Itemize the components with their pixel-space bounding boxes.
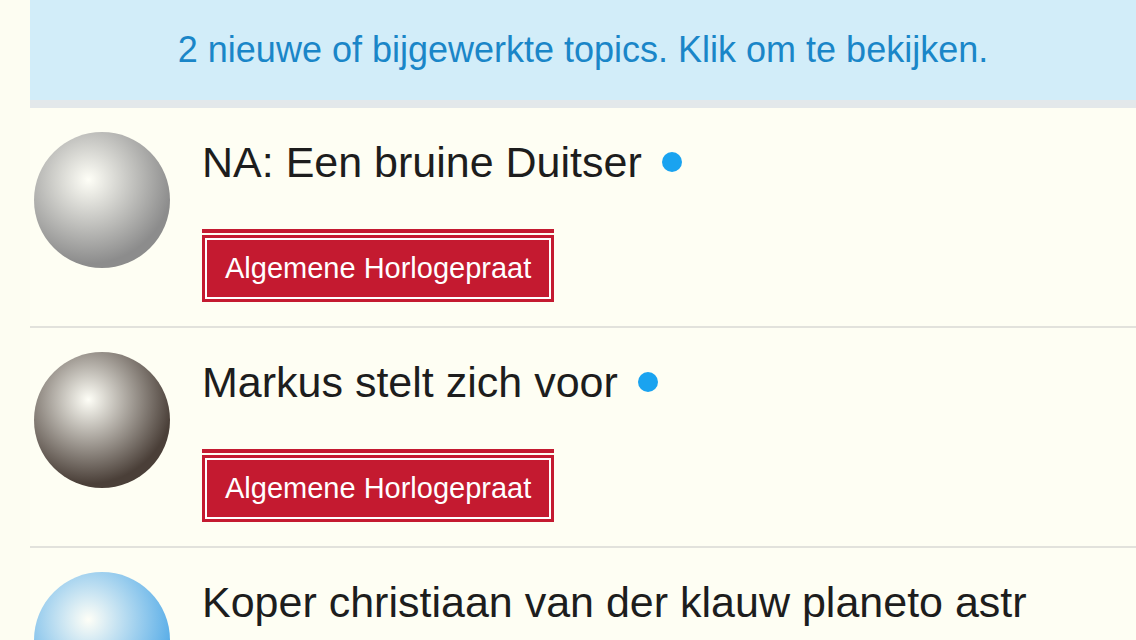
topic-content: NA: Een bruine Duitser Algemene Horlogepr…	[202, 132, 1136, 302]
avatar-icon[interactable]	[34, 132, 170, 268]
category-label[interactable]: Algemene Horlogepraat	[202, 235, 554, 302]
topic-title-line: Koper christiaan van der klauw planeto a…	[202, 572, 1136, 632]
unread-dot-icon	[662, 152, 682, 172]
topic-row[interactable]: Markus stelt zich voor Algemene Horlogepr…	[30, 328, 1136, 548]
category-badge[interactable]: Algemene Horlogepraat	[202, 449, 554, 522]
topic-row[interactable]: Koper christiaan van der klauw planeto a…	[30, 548, 1136, 640]
topic-list: 2 nieuwe of bijgewerkte topics. Klik om …	[30, 0, 1136, 640]
topic-list-page: 2 nieuwe of bijgewerkte topics. Klik om …	[0, 0, 1136, 640]
topic-title[interactable]: NA: Een bruine Duitser	[202, 138, 642, 187]
topic-title-line: NA: Een bruine Duitser	[202, 132, 1136, 192]
topic-title[interactable]: Markus stelt zich voor	[202, 358, 618, 407]
topic-content: Koper christiaan van der klauw planeto a…	[202, 572, 1136, 640]
left-gutter	[0, 0, 30, 640]
avatar-icon[interactable]	[34, 352, 170, 488]
topic-row[interactable]: NA: Een bruine Duitser Algemene Horlogepr…	[30, 108, 1136, 328]
new-topics-banner[interactable]: 2 nieuwe of bijgewerkte topics. Klik om …	[30, 0, 1136, 108]
new-topics-text[interactable]: 2 nieuwe of bijgewerkte topics. Klik om …	[178, 29, 988, 71]
topic-content: Markus stelt zich voor Algemene Horlogepr…	[202, 352, 1136, 522]
unread-dot-icon	[638, 372, 658, 392]
topic-title[interactable]: Koper christiaan van der klauw planeto a…	[202, 578, 1027, 627]
category-badge[interactable]: Algemene Horlogepraat	[202, 229, 554, 302]
category-label[interactable]: Algemene Horlogepraat	[202, 455, 554, 522]
avatar-icon[interactable]	[34, 572, 170, 640]
topic-title-line: Markus stelt zich voor	[202, 352, 1136, 412]
